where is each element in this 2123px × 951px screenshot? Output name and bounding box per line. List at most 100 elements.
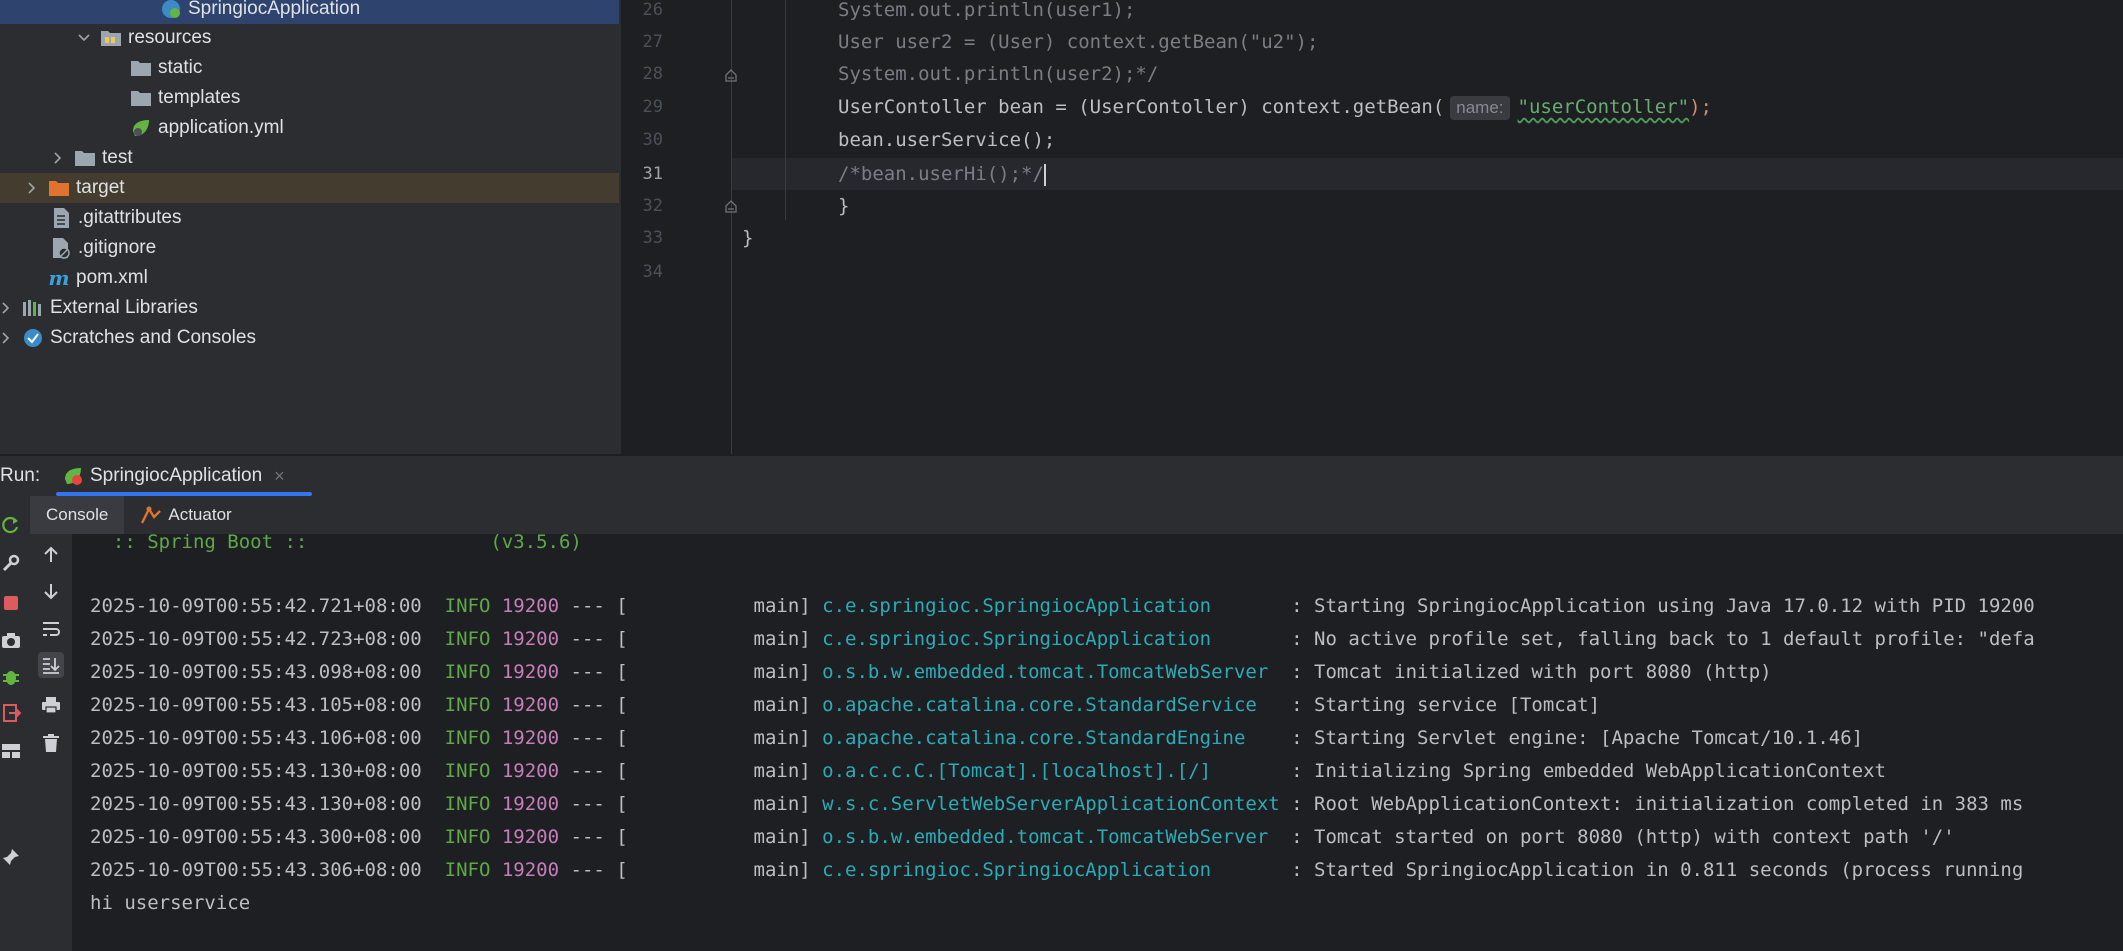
tree-item-resources[interactable]: resources [0,23,619,53]
log-level: INFO [444,595,491,617]
exit-icon[interactable] [0,702,22,724]
log-timestamp: 2025-10-09T00:55:42.721+08:00 [90,595,422,617]
log-line: 2025-10-09T00:55:42.721+08:00 INFO 19200… [90,590,2035,622]
code-line[interactable]: System.out.println(user2);*/ [838,58,1158,90]
libraries-icon [22,297,44,319]
tab-console[interactable]: Console [30,496,125,534]
project-tree: SpringiocApplication resources static te… [0,0,619,454]
log-timestamp: 2025-10-09T00:55:43.098+08:00 [90,661,422,683]
log-thread: --- [ main] [570,793,811,815]
stop-icon[interactable] [0,592,22,614]
wrench-icon[interactable] [0,552,22,574]
tree-item-application-yml[interactable]: application.yml [0,113,619,143]
chevron-right-icon[interactable] [22,178,42,198]
log-logger: o.a.c.c.C.[Tomcat].[localhost].[/] [822,760,1280,782]
close-icon[interactable]: × [274,466,285,487]
tab-console-label: Console [46,505,109,524]
fold-marker-icon[interactable] [723,67,739,83]
code-line[interactable]: UserContoller bean = (UserContoller) con… [838,91,1712,123]
chevron-right-icon[interactable] [48,148,68,168]
line-number: 30 [642,130,663,150]
chevron-down-icon[interactable] [74,28,94,48]
tree-item-gitignore[interactable]: .gitignore [0,233,619,263]
log-level: INFO [444,628,491,650]
code-line-current[interactable]: /*bean.userHi();*/ [838,158,1046,190]
log-pid: 19200 [501,826,560,848]
resources-folder-icon [100,27,122,49]
layout-icon[interactable] [0,740,22,762]
tree-item-static[interactable]: static [0,53,619,83]
tree-item-label: Scratches and Consoles [50,327,256,348]
tree-item-label: External Libraries [50,297,198,318]
log-logger: c.e.springioc.SpringiocApplication [822,859,1280,881]
tree-item-label: SpringiocApplication [188,0,361,19]
pin-icon[interactable] [0,846,22,868]
tree-item-target[interactable]: target [0,173,619,203]
tree-item-label: .gitignore [78,237,157,258]
log-level: INFO [444,859,491,881]
console-output[interactable]: :: Spring Boot :: (v3.5.6) 2025-10-09T00… [73,534,2123,951]
tree-item-springiocapplication[interactable]: SpringiocApplication [0,0,619,24]
tree-item-label: pom.xml [76,267,148,288]
chevron-right-icon[interactable] [0,298,16,318]
tree-item-pom-xml[interactable]: m pom.xml [0,263,619,293]
code-line[interactable]: } [742,222,753,254]
log-line: 2025-10-09T00:55:43.105+08:00 INFO 19200… [90,689,1600,721]
tab-actuator[interactable]: Actuator [124,496,247,534]
line-number: 29 [642,97,663,117]
code-line[interactable]: bean.userService(); [838,124,1055,156]
run-tab-label: SpringiocApplication [90,465,263,486]
log-timestamp: 2025-10-09T00:55:43.300+08:00 [90,826,422,848]
rerun-icon[interactable] [0,514,22,536]
tree-item-gitattributes[interactable]: .gitattributes [0,203,619,233]
spring-boot-class-icon [160,0,182,20]
code-editor[interactable]: 26 27 28 29 30 31 32 33 34 System.out.pr… [621,0,2123,454]
indent-guide [785,0,786,220]
tab-springiocapplication[interactable]: SpringiocApplication × [62,456,285,496]
line-number: 33 [642,228,663,248]
string-literal: "userContoller" [1518,96,1690,118]
log-thread: --- [ main] [570,760,811,782]
tree-item-test[interactable]: test [0,143,619,173]
tree-item-label: resources [128,27,212,48]
debug-bug-icon[interactable] [0,666,22,688]
log-level: INFO [444,661,491,683]
tree-item-label: static [158,57,203,78]
log-thread: --- [ main] [570,859,811,881]
chevron-right-icon[interactable] [0,328,16,348]
fold-marker-icon[interactable] [723,198,739,214]
log-message: : Starting SpringiocApplication using Ja… [1279,595,2035,617]
log-timestamp: 2025-10-09T00:55:43.306+08:00 [90,859,422,881]
tree-item-scratches-and-consoles[interactable]: Scratches and Consoles [0,323,619,353]
log-pid: 19200 [501,760,560,782]
console-toolbar [30,534,73,951]
camera-icon[interactable] [0,630,22,652]
log-level: INFO [444,826,491,848]
line-number: 28 [642,64,663,84]
excluded-folder-icon [48,177,70,199]
scroll-to-end-icon[interactable] [38,652,64,678]
code-text: ); [1689,96,1712,118]
log-line: 2025-10-09T00:55:43.130+08:00 INFO 19200… [90,788,2023,820]
run-label: Run: [0,465,41,486]
tree-item-label: application.yml [158,117,284,138]
line-number: 26 [642,0,663,20]
log-line: 2025-10-09T00:55:43.106+08:00 INFO 19200… [90,722,1863,754]
log-logger: o.s.b.w.embedded.tomcat.TomcatWebServer [822,826,1280,848]
log-line: 2025-10-09T00:55:43.130+08:00 INFO 19200… [90,755,1886,787]
log-thread: --- [ main] [570,826,811,848]
print-icon[interactable] [38,692,64,718]
arrow-up-icon[interactable] [38,542,64,568]
arrow-down-icon[interactable] [38,578,64,604]
soft-wrap-icon[interactable] [38,616,64,642]
code-line[interactable]: User user2 = (User) context.getBean("u2"… [838,26,1318,58]
log-logger: c.e.springioc.SpringiocApplication [822,595,1280,617]
tree-item-label: .gitattributes [78,207,182,228]
log-message: : Tomcat initialized with port 8080 (htt… [1279,661,1772,683]
tree-item-external-libraries[interactable]: External Libraries [0,293,619,323]
code-line[interactable]: System.out.println(user1); [838,0,1135,26]
trash-icon[interactable] [38,730,64,756]
line-number: 27 [642,32,663,52]
tree-item-templates[interactable]: templates [0,83,619,113]
code-line[interactable]: } [838,190,849,222]
